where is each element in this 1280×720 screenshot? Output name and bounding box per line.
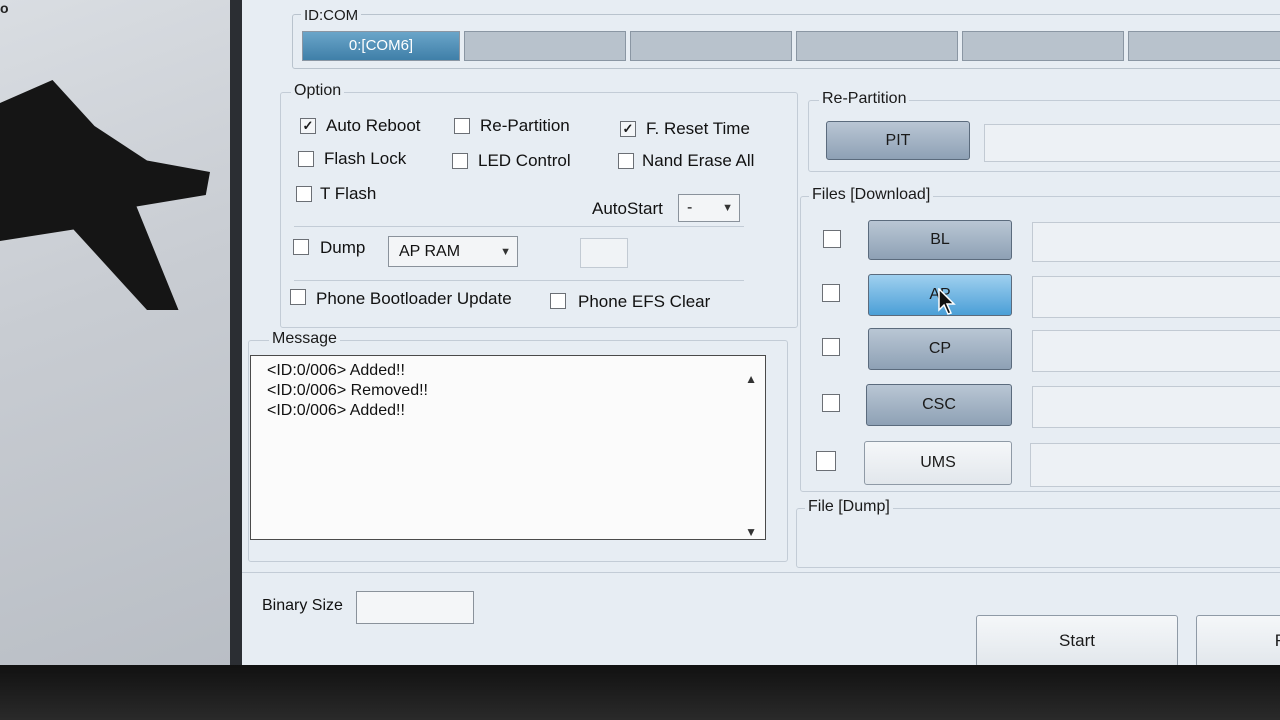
com-port-slot-2[interactable]	[464, 31, 626, 61]
f-reset-time-label: F. Reset Time	[646, 119, 750, 138]
option-divider-2	[294, 280, 744, 281]
re-partition-title: Re-Partition	[819, 90, 910, 108]
dump-type-value: AP RAM	[399, 243, 461, 260]
scroll-down-icon[interactable]: ▼	[745, 525, 757, 539]
led-control-checkbox[interactable]	[452, 153, 468, 169]
chevron-down-icon: ▼	[500, 245, 511, 258]
pit-button[interactable]: PIT	[826, 121, 970, 160]
pit-file-path[interactable]	[984, 124, 1280, 162]
message-line: <ID:0/006> Removed!!	[267, 382, 428, 399]
com-port-slot-4[interactable]	[796, 31, 958, 61]
auto-reboot-label: Auto Reboot	[326, 116, 421, 135]
cp-file-path[interactable]	[1032, 330, 1280, 372]
com-port-slot-1[interactable]: 0:[COM6]	[302, 31, 460, 61]
ums-file-path[interactable]	[1030, 443, 1280, 487]
csc-button[interactable]: CSC	[866, 384, 1012, 426]
bl-file-path[interactable]	[1032, 222, 1280, 262]
nand-erase-all-checkbox[interactable]	[618, 153, 634, 169]
odin-window: ID:COM 0:[COM6] Option ✓ Auto Reboot Re-…	[230, 0, 1280, 668]
desktop-wallpaper-shape	[0, 80, 210, 310]
autostart-value: -	[687, 199, 693, 216]
nand-erase-all-label: Nand Erase All	[642, 151, 755, 170]
com-port-slot-3[interactable]	[630, 31, 792, 61]
re-partition-label: Re-Partition	[480, 116, 570, 135]
f-reset-time-checkbox[interactable]: ✓	[620, 121, 636, 137]
phone-bootloader-update-label: Phone Bootloader Update	[316, 289, 512, 308]
cp-button[interactable]: CP	[868, 328, 1012, 370]
desktop-corner-text: o	[0, 0, 9, 16]
autostart-dropdown[interactable]: - ▼	[678, 194, 740, 222]
start-button[interactable]: Start	[976, 615, 1178, 667]
message-line: <ID:0/006> Added!!	[267, 362, 405, 379]
csc-checkbox[interactable]	[822, 394, 840, 412]
monitor-bezel	[0, 665, 1280, 720]
re-partition-checkbox[interactable]	[454, 118, 470, 134]
option-title: Option	[291, 82, 345, 100]
dump-label: Dump	[320, 238, 366, 257]
flash-lock-label: Flash Lock	[324, 149, 407, 168]
csc-file-path[interactable]	[1032, 386, 1280, 428]
files-download-title: Files [Download]	[809, 186, 934, 204]
bl-checkbox[interactable]	[823, 230, 841, 248]
flash-lock-checkbox[interactable]	[298, 151, 314, 167]
cp-checkbox[interactable]	[822, 338, 840, 356]
phone-efs-clear-checkbox[interactable]	[550, 293, 566, 309]
scroll-up-icon[interactable]: ▲	[745, 372, 757, 386]
binary-size-field	[356, 591, 474, 624]
autostart-label: AutoStart	[592, 199, 663, 218]
dump-size-field[interactable]	[580, 238, 628, 268]
message-title: Message	[269, 330, 340, 348]
file-dump-group: File [Dump]	[796, 498, 1280, 568]
file-dump-title: File [Dump]	[805, 498, 893, 516]
auto-reboot-checkbox[interactable]: ✓	[300, 118, 316, 134]
message-line: <ID:0/006> Added!!	[267, 402, 405, 419]
desktop-background: o	[0, 0, 230, 670]
phone-bootloader-update-checkbox[interactable]	[290, 289, 306, 305]
com-port-slot-6[interactable]	[1128, 31, 1280, 61]
bl-button[interactable]: BL	[868, 220, 1012, 260]
idcom-title: ID:COM	[301, 7, 362, 24]
message-log[interactable]: <ID:0/006> Added!! <ID:0/006> Removed!! …	[250, 355, 766, 540]
ap-file-path[interactable]	[1032, 276, 1280, 318]
ums-button[interactable]: UMS	[864, 441, 1012, 485]
bottom-divider	[242, 572, 1280, 573]
mouse-cursor-icon	[938, 288, 956, 315]
chevron-down-icon: ▼	[722, 202, 733, 214]
led-control-label: LED Control	[478, 151, 571, 170]
ap-checkbox[interactable]	[822, 284, 840, 302]
option-divider-1	[294, 226, 744, 227]
ums-checkbox[interactable]	[816, 451, 836, 471]
t-flash-checkbox[interactable]	[296, 186, 312, 202]
reset-button[interactable]: R	[1196, 615, 1280, 667]
binary-size-label: Binary Size	[262, 597, 343, 614]
com-port-slot-5[interactable]	[962, 31, 1124, 61]
dump-checkbox[interactable]	[293, 239, 309, 255]
phone-efs-clear-label: Phone EFS Clear	[578, 292, 711, 311]
dump-type-dropdown[interactable]: AP RAM ▼	[388, 236, 518, 267]
t-flash-label: T Flash	[320, 184, 377, 203]
